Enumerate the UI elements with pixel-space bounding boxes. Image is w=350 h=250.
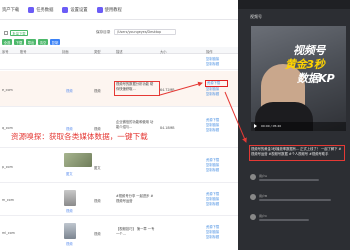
row-actions: 资源下载 复制链接 复制标题 xyxy=(206,158,228,174)
row-actions: 资源下载 复制链接 复制标题 xyxy=(205,80,228,98)
save-path-input[interactable]: /Users/youngeyes/Desktop xyxy=(114,29,176,35)
copy-title-link[interactable]: 复制标题 xyxy=(206,92,228,97)
col-header: 类型 xyxy=(94,49,101,54)
video-overlay-title-3: 数据KP xyxy=(297,72,335,85)
table-row[interactable]: q_com 视频 视频 企业微信的功能和使用 功能介绍与... 84.18MB … xyxy=(0,108,238,148)
row-type: 视频 xyxy=(94,199,101,203)
avatar xyxy=(250,214,256,220)
comment-author: 用户B xyxy=(259,193,268,198)
row-actions: 资源下载 复制链接 复制标题 xyxy=(206,192,228,208)
video-player[interactable]: 视频号 黄金3秒 数据KP 00:00 / 05:20 xyxy=(251,26,346,131)
row-desc: #视频号分享 一起进步 #视频号运营 xyxy=(116,194,154,203)
gear-icon xyxy=(62,6,69,13)
copy-title-link[interactable]: 复制标题 xyxy=(206,202,228,207)
comment-text xyxy=(259,179,319,182)
table-header: 序号 账号 封面 类型 描述 大小 操作 xyxy=(0,47,238,54)
row-type: 视频 xyxy=(94,232,101,236)
row-desc: 企业微信的功能和使用 功能介绍与... xyxy=(116,120,154,129)
row-desc: 视频号的数据分析功能 助你快速获取... xyxy=(116,82,154,91)
table-row[interactable]: p_com 图文 图文 资源下载 复制链接 复制标题 xyxy=(0,149,238,183)
nav-item-settings[interactable]: 设置设置 xyxy=(62,6,88,13)
nav-item-label: 使用教程 xyxy=(104,7,122,13)
comment-author: 用户A xyxy=(259,173,268,178)
row-tag: 视频 xyxy=(66,89,73,93)
video-time: 00:00 / 05:20 xyxy=(261,124,282,128)
nav-item-tasks[interactable]: 任务数据 xyxy=(28,6,54,13)
task-icon xyxy=(28,6,35,13)
col-header: 大小 xyxy=(160,49,167,54)
row-desc: 【视频技巧】 第一章 一专一个... xyxy=(116,227,155,236)
table-row[interactable]: e_com 视频 视频 视频号的数据分析功能 助你快速获取... 64.72MB… xyxy=(0,71,238,107)
row-account: ml_com xyxy=(2,231,15,235)
cover-thumbnail xyxy=(64,153,92,167)
col-header: 序号 xyxy=(2,49,9,54)
col-header: 封面 xyxy=(62,49,69,54)
play-icon[interactable] xyxy=(254,124,257,128)
row-tag: 图文 xyxy=(66,172,73,176)
avatar xyxy=(250,194,256,200)
panel-titlebar xyxy=(238,0,350,9)
channels-preview-panel: 视频号 视频号 黄金3秒 数据KP 00:00 / 05:20 视频号的黄金3秒… xyxy=(238,0,350,250)
avatar xyxy=(250,174,256,180)
batch-checkbox[interactable] xyxy=(4,31,8,35)
row-size: 64.72MB xyxy=(160,88,175,92)
book-icon xyxy=(96,6,103,13)
comment-author: 用户C xyxy=(259,213,268,218)
table-row[interactable]: m_com 视频 视频 #视频号分享 一起进步 #视频号运营 资源下载 复制链接… xyxy=(0,184,238,216)
select-all-button[interactable]: 全选 xyxy=(2,39,12,45)
row-tag: 视频 xyxy=(66,209,73,213)
copy-title-link[interactable]: 复制标题 xyxy=(206,128,228,133)
download-button[interactable]: 下载 xyxy=(14,39,24,45)
copy-title-link[interactable]: 复制标题 xyxy=(206,168,228,173)
table-row[interactable]: ml_com 视频 视频 【视频技巧】 第一章 一专一个... 资源下载 复制链… xyxy=(0,217,238,250)
nav-item-label: 任务数据 xyxy=(36,7,54,13)
row-actions: 资源下载 复制链接 复制标题 xyxy=(206,118,228,134)
col-header: 描述 xyxy=(116,49,123,54)
toolbar: 批量下载 全选 下载 导出 清空 复制 保存目录 /Users/youngeye… xyxy=(0,24,238,46)
panel-title: 视频号 xyxy=(250,14,262,19)
cover-thumbnail xyxy=(64,190,76,206)
nav-item-label: 资产下载 xyxy=(2,7,20,13)
col-header: 账号 xyxy=(20,49,27,54)
downloader-app: 资产下载 任务数据 设置设置 使用教程 批量下载 全选 下载 导出 清空 复制 … xyxy=(0,0,238,250)
save-path-label: 保存目录 xyxy=(96,30,111,34)
export-button[interactable]: 导出 xyxy=(26,39,36,45)
nav-item-assets[interactable]: 资产下载 xyxy=(2,7,19,13)
comment-text xyxy=(259,199,331,202)
row-tag: 视频 xyxy=(66,242,73,246)
video-caption: 视频号的黄金3秒播放率数据有... 正式上线了！ 一起了解下 #视频号运营 #视… xyxy=(249,145,345,161)
copy-title-link[interactable]: 复制标题 xyxy=(206,235,228,240)
feature-annotation: 资源嗅探：获取各类媒体数据，一键下载 xyxy=(11,132,148,141)
row-actions: 资源下载 复制链接 复制标题 xyxy=(206,225,228,241)
copy-button[interactable]: 复制 xyxy=(50,39,60,45)
row-account: m_com xyxy=(2,198,14,202)
row-account: e_com xyxy=(2,88,13,92)
batch-download-button[interactable]: 批量下载 xyxy=(10,30,28,36)
copy-title-link[interactable]: 复制标题 xyxy=(206,62,228,67)
cover-thumbnail xyxy=(64,223,76,239)
row-size: 84.18MB xyxy=(160,126,175,130)
nav-item-tutorial[interactable]: 使用教程 xyxy=(96,6,122,13)
table-row[interactable]: 复制链接 复制标题 xyxy=(0,55,238,70)
row-type: 图文 xyxy=(94,166,101,170)
col-header: 操作 xyxy=(206,49,213,54)
nav-item-label: 设置设置 xyxy=(70,7,88,13)
top-nav: 资产下载 任务数据 设置设置 使用教程 xyxy=(0,0,238,20)
row-account: q_com xyxy=(2,126,13,130)
clear-button[interactable]: 清空 xyxy=(38,39,48,45)
comment-text xyxy=(259,219,309,222)
row-actions: 复制链接 复制标题 xyxy=(206,57,228,67)
row-account: p_com xyxy=(2,165,13,169)
row-type: 视频 xyxy=(94,89,101,93)
